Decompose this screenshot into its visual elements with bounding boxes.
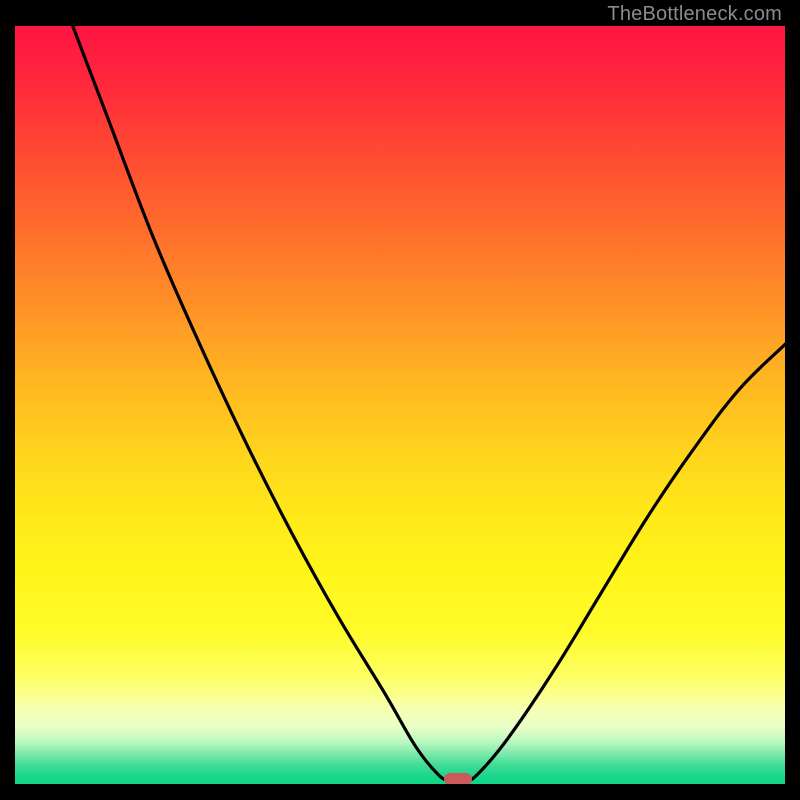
optimal-point-marker: [444, 773, 472, 784]
bottleneck-curve: [15, 26, 785, 784]
chart-frame: TheBottleneck.com: [15, 0, 800, 800]
plot-area: [15, 26, 785, 784]
watermark-text: TheBottleneck.com: [607, 3, 782, 26]
